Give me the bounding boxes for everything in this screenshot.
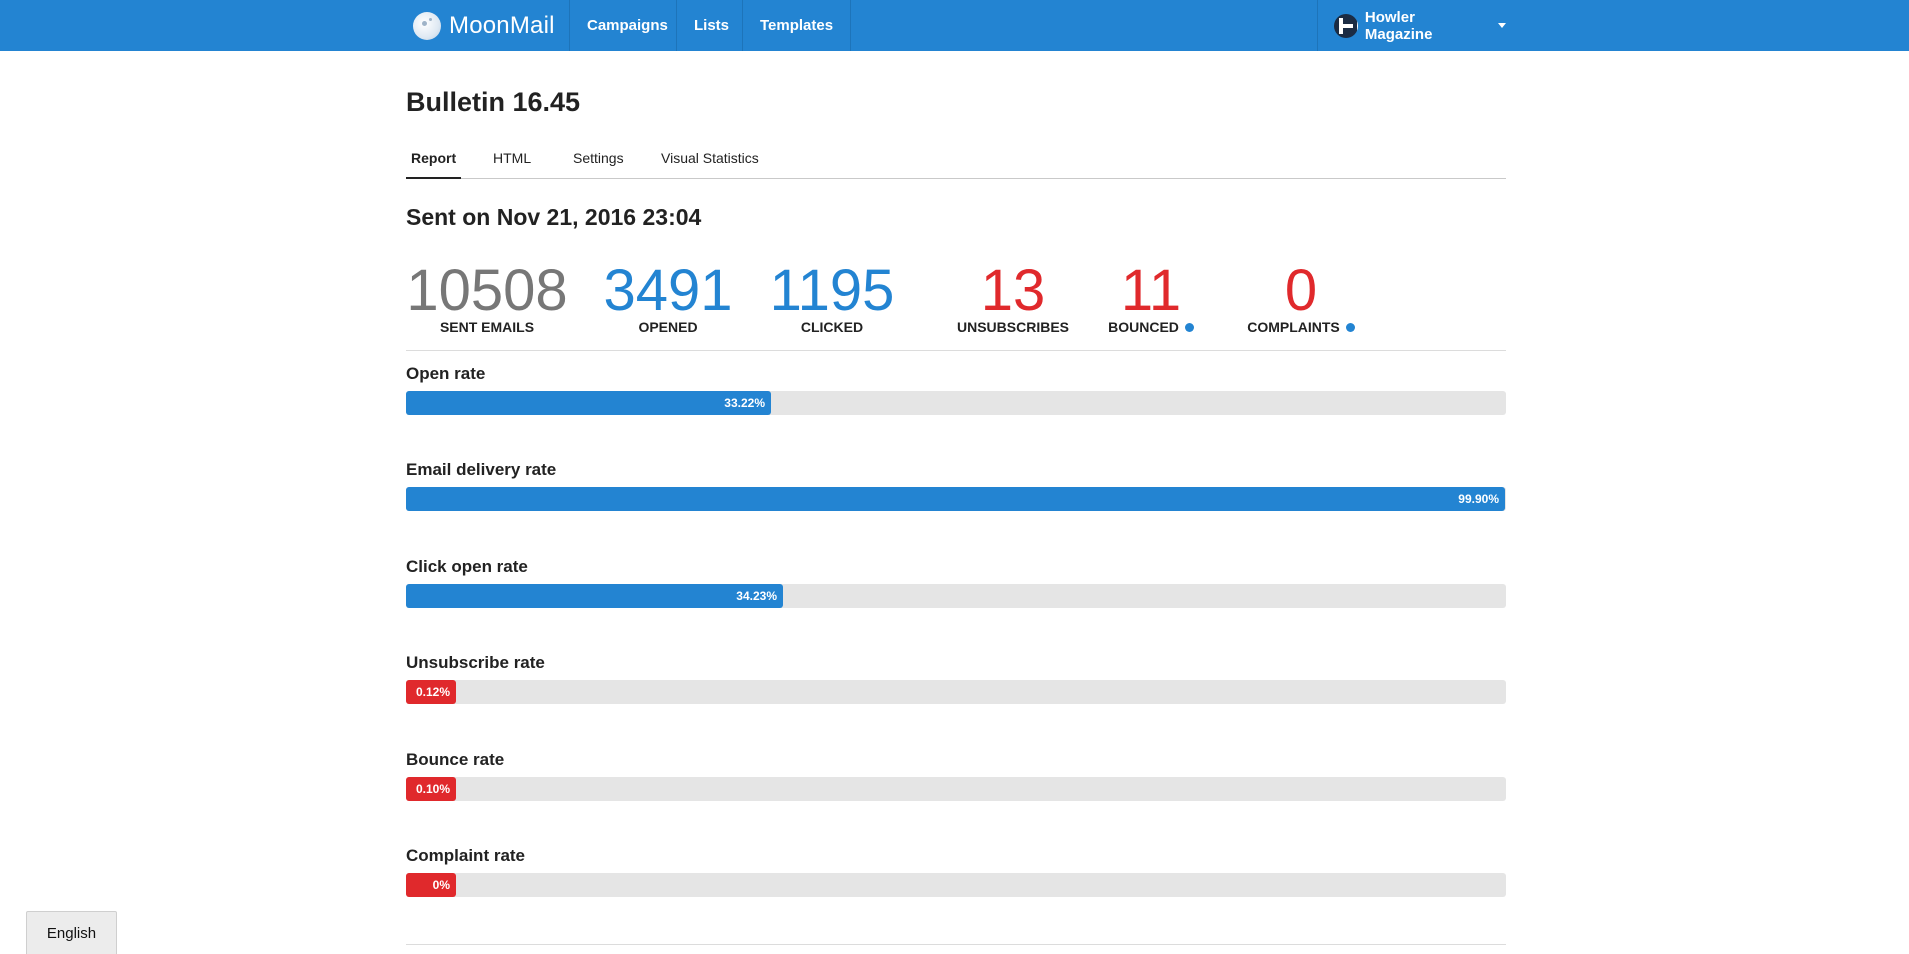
rate-email-delivery: Email delivery rate 99.90% bbox=[406, 460, 1506, 540]
chevron-down-icon bbox=[1498, 23, 1506, 28]
nav-campaigns[interactable]: Campaigns bbox=[569, 0, 685, 51]
tab-bar: Report HTML Settings Visual Statistics bbox=[406, 141, 1506, 179]
stat-value: 11 bbox=[1120, 258, 1182, 323]
stat-sent-emails: 10508 SENT EMAILS bbox=[406, 258, 568, 336]
account-name: Howler Magazine bbox=[1364, 8, 1433, 43]
stat-value: 13 bbox=[980, 258, 1046, 323]
stats-summary: 10508 SENT EMAILS 3491 OPENED 1195 CLICK… bbox=[406, 259, 1506, 351]
tab-html[interactable]: HTML bbox=[488, 141, 536, 179]
rate-label: Unsubscribe rate bbox=[406, 653, 545, 672]
rate-label: Bounce rate bbox=[406, 750, 505, 769]
language-selector[interactable]: English bbox=[26, 911, 117, 954]
progress-track: 0.12% bbox=[406, 680, 1506, 704]
progress-fill: 0% bbox=[406, 873, 456, 897]
nav-templates[interactable]: Templates bbox=[742, 0, 852, 51]
stat-value: 0 bbox=[1284, 258, 1318, 323]
brand-link[interactable]: MoonMail bbox=[413, 0, 555, 51]
nav-lists[interactable]: Lists bbox=[676, 0, 746, 51]
progress-track: 0.10% bbox=[406, 777, 1506, 801]
account-menu[interactable]: Howler Magazine bbox=[1317, 0, 1506, 51]
stat-opened: 3491 OPENED bbox=[586, 258, 750, 336]
progress-fill: 33.22% bbox=[406, 391, 771, 415]
rate-label: Open rate bbox=[406, 364, 486, 383]
divider bbox=[406, 944, 1506, 945]
stat-label-text: OPENED bbox=[638, 319, 698, 335]
brand-name: MoonMail bbox=[449, 11, 555, 39]
progress-track: 33.22% bbox=[406, 391, 1506, 415]
rate-unsubscribe: Unsubscribe rate 0.12% bbox=[406, 653, 1506, 733]
progress-fill: 34.23% bbox=[406, 584, 783, 608]
rate-bounce: Bounce rate 0.10% bbox=[406, 750, 1506, 830]
top-navbar: MoonMail Campaigns Lists Templates Howle… bbox=[0, 0, 1909, 51]
page-title: Bulletin 16.45 bbox=[406, 87, 581, 117]
rate-open: Open rate 33.22% bbox=[406, 364, 1506, 444]
stat-label: BOUNCED bbox=[1096, 319, 1206, 335]
rate-label: Email delivery rate bbox=[406, 460, 557, 479]
tab-report[interactable]: Report bbox=[406, 141, 462, 179]
tab-visual-statistics[interactable]: Visual Statistics bbox=[656, 141, 764, 179]
stat-value: 3491 bbox=[603, 258, 733, 323]
navbar-inner: MoonMail Campaigns Lists Templates Howle… bbox=[406, 0, 1506, 51]
stat-label: COMPLAINTS bbox=[1226, 319, 1376, 335]
rate-label: Complaint rate bbox=[406, 846, 526, 865]
progress-track: 34.23% bbox=[406, 584, 1506, 608]
rate-complaint: Complaint rate 0% bbox=[406, 846, 1506, 926]
rate-label: Click open rate bbox=[406, 557, 528, 576]
progress-fill: 0.12% bbox=[406, 680, 456, 704]
info-dot-icon[interactable] bbox=[1184, 322, 1194, 332]
tab-settings[interactable]: Settings bbox=[568, 141, 629, 179]
stat-label-text: SENT EMAILS bbox=[439, 319, 535, 335]
stat-label: UNSUBSCRIBES bbox=[946, 319, 1080, 335]
stat-bounced: 11 BOUNCED bbox=[1096, 259, 1206, 335]
progress-track: 0% bbox=[406, 873, 1506, 897]
stat-value: 1195 bbox=[769, 258, 895, 323]
rate-click-open: Click open rate 34.23% bbox=[406, 557, 1506, 637]
sent-on-heading: Sent on Nov 21, 2016 23:04 bbox=[406, 204, 702, 230]
progress-track: 99.90% bbox=[406, 487, 1506, 511]
progress-fill: 0.10% bbox=[406, 777, 456, 801]
stat-unsubscribes: 13 UNSUBSCRIBES bbox=[946, 258, 1080, 336]
stat-complaints: 0 COMPLAINTS bbox=[1226, 259, 1376, 335]
avatar bbox=[1334, 13, 1358, 38]
progress-fill: 99.90% bbox=[406, 487, 1505, 511]
info-dot-icon[interactable] bbox=[1345, 322, 1355, 332]
stat-label-text: UNSUBSCRIBES bbox=[956, 319, 1069, 335]
stat-label-text: COMPLAINTS bbox=[1247, 319, 1340, 335]
stat-label-text: CLICKED bbox=[800, 319, 864, 335]
stat-value: 10508 bbox=[406, 258, 568, 323]
moon-logo-icon bbox=[413, 11, 441, 40]
stat-clicked: 1195 CLICKED bbox=[762, 258, 902, 336]
stat-label-text: BOUNCED bbox=[1108, 319, 1179, 335]
